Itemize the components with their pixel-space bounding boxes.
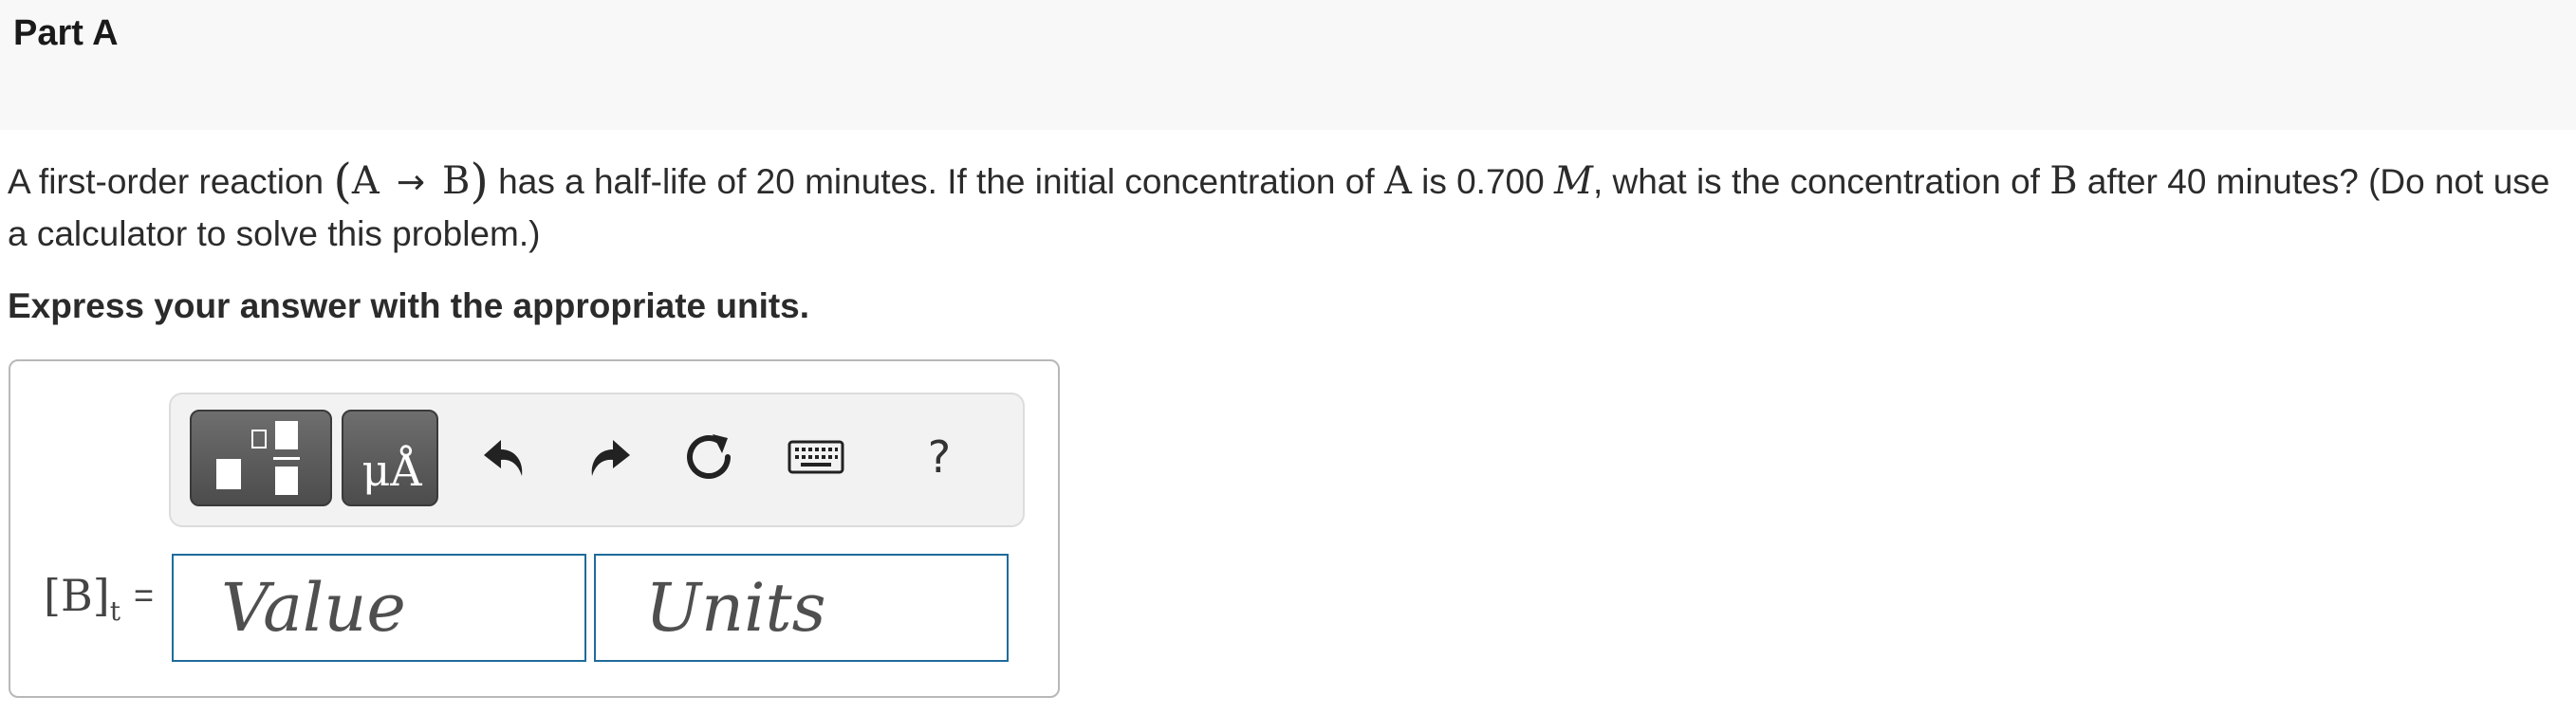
answer-label-subscript: t — [109, 595, 120, 627]
reset-button[interactable] — [678, 427, 739, 487]
question-text-2: has a half-life of 20 minutes. If the in… — [488, 162, 1384, 201]
units-button-label: μÅ — [361, 444, 422, 496]
product-b: B — [441, 159, 471, 203]
instruction-text: Express your answer with the appropriate… — [8, 286, 810, 325]
answer-label: [B]t = — [44, 570, 154, 627]
open-paren: ( — [333, 154, 352, 209]
units-input[interactable] — [594, 554, 1009, 662]
answer-label-main: [B] — [44, 570, 110, 621]
answer-box: μÅ ? [B]t = Value Units — [9, 359, 1060, 698]
part-header: Part A — [0, 0, 2576, 130]
part-title: Part A — [13, 13, 119, 53]
fraction-template-icon — [216, 421, 300, 495]
help-button[interactable]: ? — [909, 427, 970, 487]
undo-button[interactable] — [474, 427, 535, 487]
question-text-1: A first-order reaction — [8, 162, 334, 201]
molarity-unit: M — [1553, 159, 1593, 203]
units-button[interactable]: μÅ — [342, 410, 438, 506]
reactant-a: A — [351, 159, 380, 203]
answer-label-equals: = — [133, 576, 154, 614]
question-text-4: , what is the concentration of — [1592, 162, 2050, 201]
math-toolbar: μÅ ? — [169, 393, 1025, 527]
redo-icon — [591, 440, 630, 476]
question-text-3: is 0.700 — [1411, 162, 1554, 201]
undo-icon — [484, 440, 523, 476]
units-button-graphic: μÅ — [361, 444, 422, 496]
reset-icon — [687, 434, 731, 479]
redo-button[interactable] — [579, 427, 639, 487]
species-a-ref: A — [1383, 159, 1412, 203]
keyboard-button[interactable] — [786, 427, 846, 487]
close-paren: ) — [470, 154, 489, 209]
value-input[interactable] — [172, 554, 586, 662]
question-text: A first-order reaction (A → B) has a half-… — [8, 156, 2569, 260]
species-b-ref: B — [2049, 159, 2078, 203]
reaction-arrow-icon: → — [396, 163, 425, 202]
keyboard-icon — [788, 440, 844, 474]
template-button[interactable] — [190, 410, 332, 506]
